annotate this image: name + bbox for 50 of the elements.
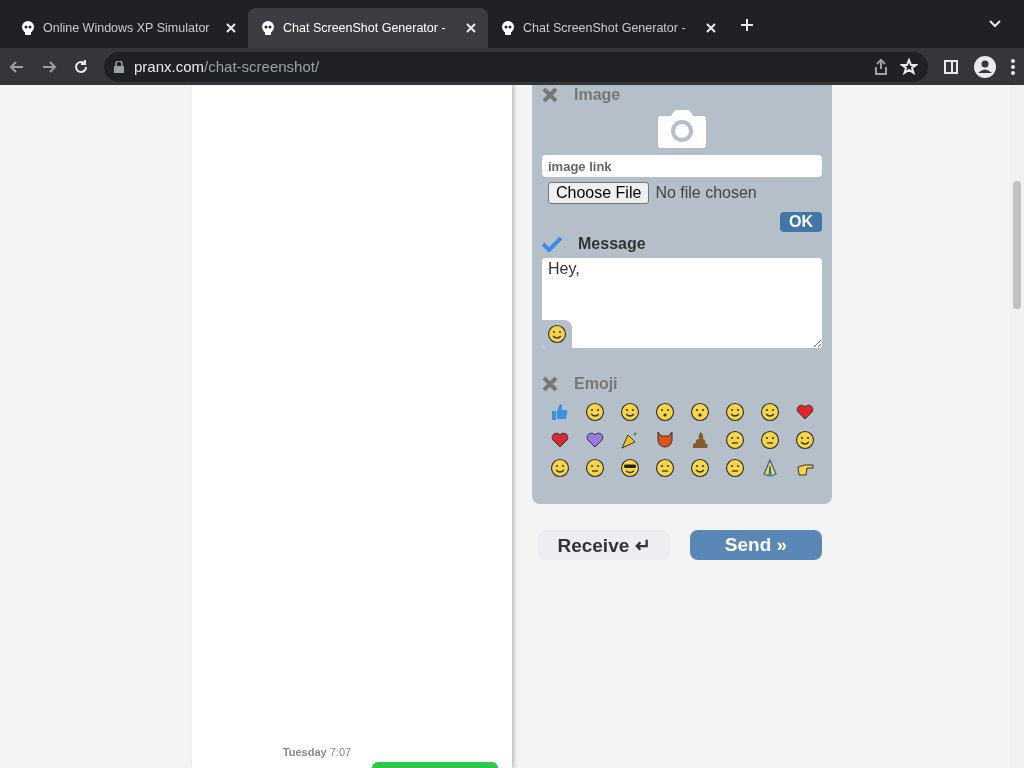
section-label: Message <box>578 235 646 253</box>
ok-button[interactable]: OK <box>780 212 822 232</box>
tab-title: Chat ScreenShot Generator - <box>283 21 447 35</box>
devil-icon[interactable] <box>654 430 675 450</box>
check-icon[interactable] <box>542 236 562 252</box>
menu-icon[interactable] <box>1010 57 1016 76</box>
browser-tab[interactable]: Chat ScreenShot Generator - <box>248 8 488 48</box>
timestamp: Tuesday 7:07 <box>282 746 352 758</box>
share-icon[interactable] <box>872 57 890 76</box>
emoji-icon[interactable] <box>724 430 745 450</box>
tab-title: Chat ScreenShot Generator - <box>523 21 687 35</box>
heart-icon[interactable] <box>549 430 570 450</box>
section-label: Emoji <box>574 375 618 393</box>
star-icon[interactable] <box>900 57 918 76</box>
emoji-icon[interactable] <box>654 458 675 478</box>
section-label: Image <box>574 86 621 104</box>
receive-button[interactable]: Receive ↵ <box>538 530 670 560</box>
emoji-icon[interactable] <box>584 402 605 422</box>
emoji-icon[interactable] <box>654 402 675 422</box>
emoji-icon[interactable] <box>619 402 640 422</box>
emoji-icon[interactable] <box>689 458 710 478</box>
side-panel-icon[interactable] <box>942 57 960 76</box>
message-field[interactable]: Hey, <box>542 258 822 348</box>
profile-icon[interactable] <box>974 55 996 78</box>
skull-icon <box>20 20 36 36</box>
reload-icon[interactable] <box>72 57 90 76</box>
emoji-icon[interactable] <box>689 402 710 422</box>
emoji-icon[interactable] <box>547 324 567 344</box>
heart-icon[interactable] <box>584 430 605 450</box>
emoji-icon[interactable] <box>759 402 780 422</box>
sunglasses-face-icon[interactable] <box>619 458 640 478</box>
skull-icon <box>260 20 276 36</box>
emoji-icon[interactable] <box>794 430 815 450</box>
thumbs-up-icon[interactable] <box>549 402 570 422</box>
plus-icon[interactable] <box>738 16 756 34</box>
url-text: pranx.com/chat-screenshot/ <box>134 58 320 75</box>
send-button[interactable]: Send » <box>690 530 822 560</box>
emoji-icon[interactable] <box>724 458 745 478</box>
image-link-field[interactable]: image link <box>542 155 822 177</box>
tab-title: Online Windows XP Simulator <box>43 21 211 35</box>
skull-icon <box>500 20 516 36</box>
emoji-icon[interactable] <box>549 458 570 478</box>
choose-file-button[interactable]: Choose File <box>548 182 650 204</box>
emoji-icon[interactable] <box>724 402 745 422</box>
emoji-icon[interactable] <box>584 458 605 478</box>
lock-icon <box>114 60 124 73</box>
emoji-icon[interactable] <box>759 430 780 450</box>
heart-icon[interactable] <box>794 402 815 422</box>
address-bar[interactable]: pranx.com/chat-screenshot/ <box>104 51 928 82</box>
file-status: No file chosen <box>655 184 757 202</box>
